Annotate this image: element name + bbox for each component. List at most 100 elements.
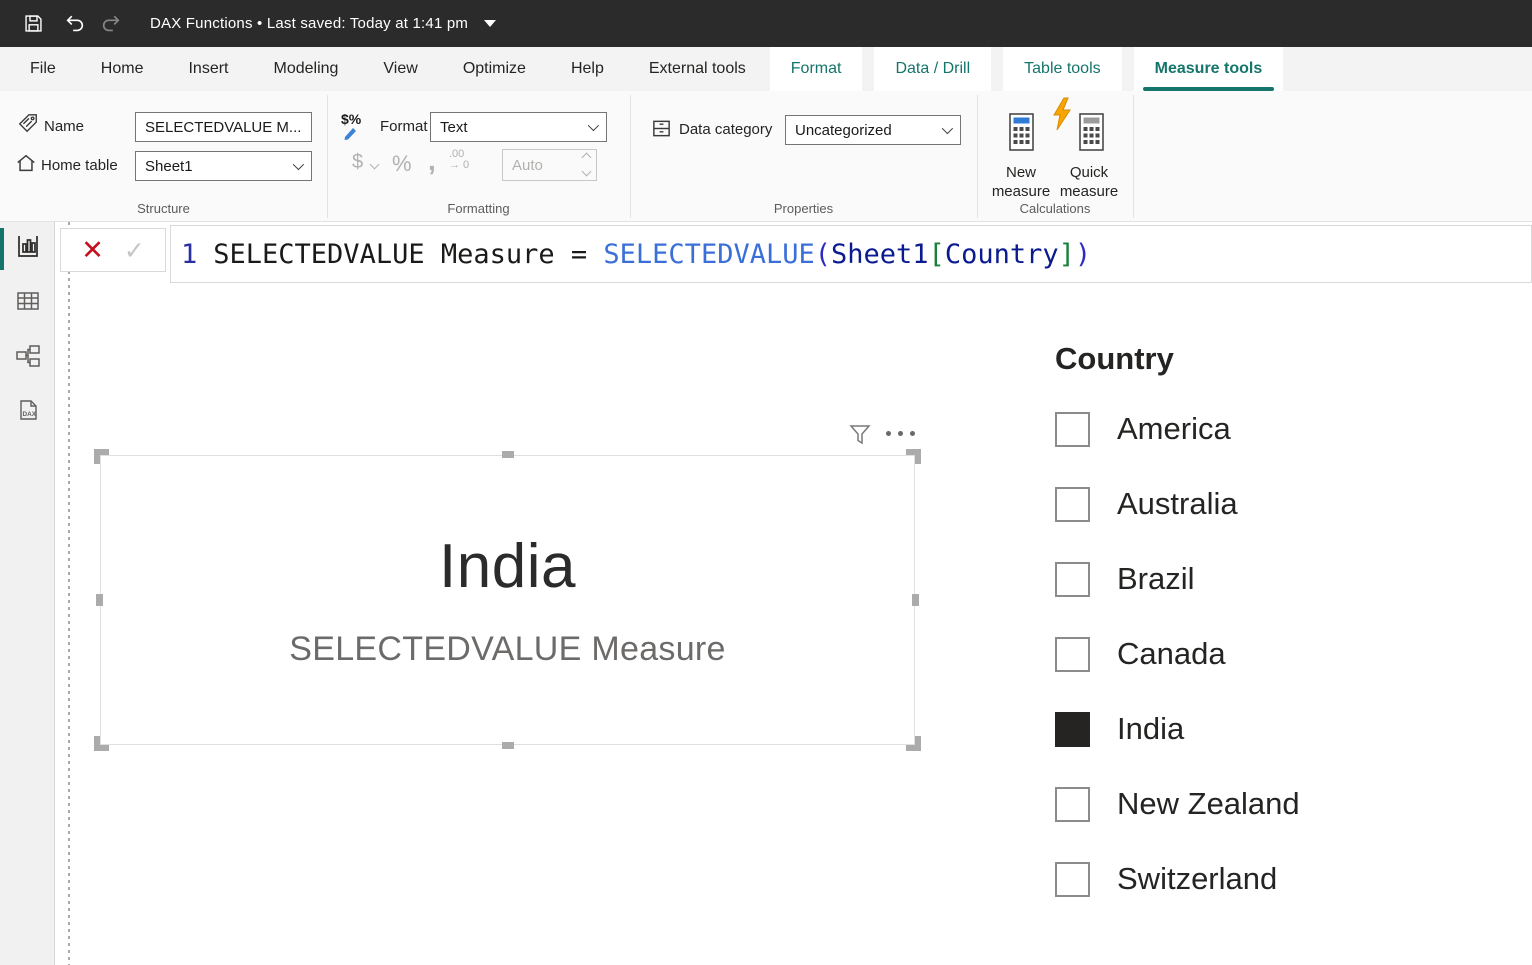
formula-token: Country — [945, 239, 1059, 270]
tab-table-tools[interactable]: Table tools — [1003, 47, 1122, 91]
slicer-item-label: India — [1117, 711, 1184, 747]
measure-name-input[interactable]: SELECTEDVALUE M... — [135, 112, 312, 142]
slicer-item-america[interactable]: America — [1055, 409, 1300, 449]
chevron-down-icon — [588, 120, 599, 131]
title-dropdown-caret-icon[interactable] — [484, 20, 496, 27]
lightning-bolt-icon — [1051, 97, 1073, 138]
resize-handle[interactable] — [906, 736, 921, 751]
slicer-item-india[interactable]: India — [1055, 709, 1300, 749]
formula-commit-controls: ✕ ✓ — [60, 228, 166, 272]
menu-item-file[interactable]: File — [30, 60, 56, 78]
redo-icon — [94, 7, 128, 41]
formula-bar-input[interactable]: 1 SELECTEDVALUE Measure = SELECTEDVALUE(… — [170, 225, 1532, 283]
save-icon[interactable] — [16, 7, 50, 41]
slicer-list: America Australia Brazil Canada India New Zea… — [1055, 409, 1300, 899]
format-pen-icon: $% — [341, 111, 371, 143]
resize-handle[interactable] — [906, 449, 921, 464]
formula-token: SELECTEDVALUE Measure — [213, 239, 571, 270]
slicer-item-canada[interactable]: Canada — [1055, 634, 1300, 674]
menu-item-optimize[interactable]: Optimize — [463, 60, 526, 78]
commit-formula-icon: ✓ — [124, 238, 145, 263]
quick-measure-calculator-icon — [1053, 101, 1125, 163]
slicer-item-switzerland[interactable]: Switzerland — [1055, 859, 1300, 899]
currency-format-icon: $ — [352, 151, 363, 174]
resize-handle[interactable] — [912, 594, 919, 606]
percent-format-icon: % — [392, 151, 412, 177]
resize-handle[interactable] — [502, 451, 514, 458]
visual-more-options-icon[interactable] — [886, 431, 915, 436]
slicer-item-new-zealand[interactable]: New Zealand — [1055, 784, 1300, 824]
checkbox-unchecked[interactable] — [1055, 862, 1090, 897]
formula-token: [ — [929, 239, 945, 270]
menu-item-home[interactable]: Home — [101, 60, 144, 78]
resize-handle[interactable] — [94, 736, 109, 751]
ribbon: Name SELECTEDVALUE M... Home table Sheet… — [0, 91, 1532, 222]
slicer-item-label: America — [1117, 411, 1231, 447]
structure-section-label: Structure — [0, 201, 327, 216]
formatting-section-label: Formatting — [327, 201, 630, 216]
slicer-item-label: Australia — [1117, 486, 1238, 522]
tab-data-drill[interactable]: Data / Drill — [874, 47, 991, 91]
page-boundary-dotted-line — [68, 222, 70, 965]
undo-icon[interactable] — [58, 7, 92, 41]
data-category-icon — [651, 118, 672, 144]
formula-token: Sheet1 — [831, 239, 929, 270]
home-table-select[interactable]: Sheet1 — [135, 151, 312, 181]
ribbon-divider — [630, 95, 631, 218]
checkbox-unchecked[interactable] — [1055, 562, 1090, 597]
resize-handle[interactable] — [94, 449, 109, 464]
report-view-icon[interactable] — [15, 233, 41, 259]
menu-item-help[interactable]: Help — [571, 60, 604, 78]
cancel-formula-icon[interactable]: ✕ — [81, 237, 104, 264]
new-measure-button[interactable]: New measure — [985, 101, 1057, 201]
tab-format[interactable]: Format — [770, 47, 863, 91]
menu-item-view[interactable]: View — [383, 60, 417, 78]
document-title: DAX Functions • Last saved: Today at 1:4… — [150, 15, 468, 32]
checkbox-unchecked[interactable] — [1055, 787, 1090, 822]
formula-token: ] — [1059, 239, 1075, 270]
contextual-tabs: FormatData / Drill Table tools Measure too… — [770, 47, 1283, 91]
visual-filter-icon[interactable] — [848, 424, 872, 451]
home-table-icon — [15, 152, 37, 174]
chevron-down-icon — [293, 159, 304, 170]
card-caption: SELECTEDVALUE Measure — [289, 630, 726, 669]
format-select[interactable]: Text — [430, 112, 607, 142]
slicer-item-australia[interactable]: Australia — [1055, 484, 1300, 524]
menu-item-modeling[interactable]: Modeling — [273, 60, 338, 78]
slicer-header: Country — [1055, 341, 1174, 377]
home-table-label: Home table — [41, 157, 118, 174]
menu-item-insert[interactable]: Insert — [188, 60, 228, 78]
new-measure-label: New measure — [985, 163, 1057, 201]
model-view-icon[interactable] — [15, 343, 41, 369]
thousands-separator-icon: , — [428, 145, 436, 177]
table-view-icon[interactable] — [15, 288, 41, 314]
menu-bar: File Home Insert Modeling View Optimize Help Ex… — [0, 47, 1532, 91]
properties-section-label: Properties — [630, 201, 977, 216]
decimal-precision-spinner: Auto — [502, 149, 597, 181]
slicer-item-label: New Zealand — [1117, 786, 1300, 822]
checkbox-unchecked[interactable] — [1055, 487, 1090, 522]
resize-handle[interactable] — [96, 594, 103, 606]
data-category-select[interactable]: Uncategorized — [785, 115, 961, 145]
quick-measure-label: Quick measure — [1053, 163, 1125, 201]
card-visual[interactable]: India SELECTEDVALUE Measure — [100, 455, 915, 745]
title-bar: DAX Functions • Last saved: Today at 1:4… — [0, 0, 1532, 47]
view-sidebar: DAX — [0, 222, 55, 965]
slicer-item-brazil[interactable]: Brazil — [1055, 559, 1300, 599]
data-category-label: Data category — [679, 121, 772, 138]
resize-handle[interactable] — [502, 742, 514, 749]
menu-items: File Home Insert Modeling View Optimize Help Ex… — [0, 47, 746, 91]
checkbox-unchecked[interactable] — [1055, 412, 1090, 447]
quick-measure-button[interactable]: Quick measure — [1053, 101, 1125, 201]
formula-line-number: 1 — [181, 239, 197, 270]
checkbox-unchecked[interactable] — [1055, 637, 1090, 672]
name-label: Name — [44, 118, 84, 135]
menu-item-external-tools[interactable]: External tools — [649, 60, 746, 78]
active-view-indicator — [0, 228, 4, 270]
tab-measure-tools[interactable]: Measure tools — [1134, 47, 1284, 91]
ribbon-divider — [977, 95, 978, 218]
slicer-item-label: Brazil — [1117, 561, 1195, 597]
formula-token: ( — [815, 239, 831, 270]
dax-query-view-icon[interactable]: DAX — [15, 398, 41, 424]
checkbox-checked[interactable] — [1055, 712, 1090, 747]
